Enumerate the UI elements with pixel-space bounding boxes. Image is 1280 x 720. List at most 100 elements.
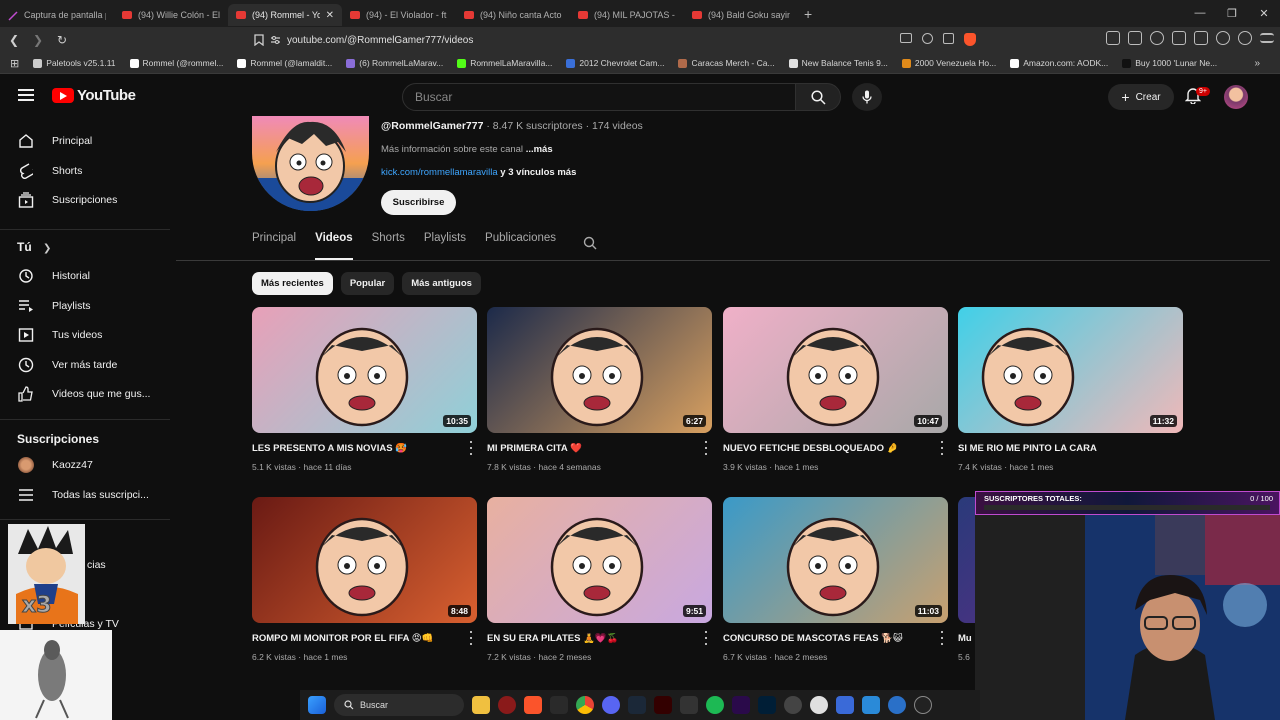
browser-tab[interactable]: (94) Rommel - You ✕: [228, 4, 342, 26]
share-icon[interactable]: [943, 33, 954, 44]
tab-shorts[interactable]: Shorts: [372, 232, 405, 260]
back-icon[interactable]: ❮: [4, 30, 24, 50]
obs-icon[interactable]: [914, 696, 932, 714]
video-card[interactable]: 6:27 MI PRIMERA CITA ❤️ 7.8 K vistas · hac…: [487, 307, 712, 472]
video-title[interactable]: EN SU ERA PILATES 🧘💗🍒: [487, 633, 692, 644]
sidebar-item-playlists[interactable]: Playlists: [0, 291, 170, 321]
you-heading[interactable]: Tú ❯: [17, 240, 51, 254]
voice-search-button[interactable]: [852, 83, 882, 111]
browser-tab[interactable]: (94) - El Violador - ft L: [342, 4, 456, 26]
bookmark-item[interactable]: 2012 Chevrolet Cam...: [566, 58, 664, 68]
browser-tab[interactable]: (94) Bald Goku saying: [684, 4, 798, 26]
more-options-icon[interactable]: [938, 631, 946, 645]
steam-icon[interactable]: [628, 696, 646, 714]
search-button[interactable]: [795, 83, 841, 111]
browser-tab[interactable]: (94) Willie Colón - El G: [114, 4, 228, 26]
more-options-icon[interactable]: [702, 631, 710, 645]
app-icon-3[interactable]: [680, 696, 698, 714]
extension-icon-2[interactable]: [1128, 31, 1142, 45]
tab-videos[interactable]: Videos: [315, 232, 353, 260]
bookmark-item[interactable]: Caracas Merch - Ca...: [678, 58, 775, 68]
file-explorer-icon[interactable]: [472, 696, 490, 714]
sort-chip[interactable]: Más recientes: [252, 272, 333, 295]
bookmark-item[interactable]: RommelLaMaravilla...: [457, 58, 552, 68]
video-card[interactable]: 10:35 LES PRESENTO A MIS NOVIAS 🥵 5.1 K vi…: [252, 307, 477, 472]
video-thumbnail[interactable]: 11:03: [723, 497, 948, 623]
video-card[interactable]: 11:03 CONCURSO DE MASCOTAS FEAS 🐕😺 6.7 K v…: [723, 497, 948, 662]
photoshop-icon[interactable]: [758, 696, 776, 714]
zoom-icon[interactable]: [922, 33, 933, 44]
sidebar-item-shorts[interactable]: Shorts: [0, 156, 170, 186]
sidebar-item-historial[interactable]: Historial: [0, 261, 170, 291]
site-settings-icon[interactable]: [270, 35, 281, 45]
brave-icon[interactable]: [524, 696, 542, 714]
video-thumbnail[interactable]: 6:27: [487, 307, 712, 433]
taskbar-search[interactable]: Buscar: [334, 694, 464, 716]
bookmark-item[interactable]: 2000 Venezuela Ho...: [901, 58, 996, 68]
video-thumbnail[interactable]: 9:51: [487, 497, 712, 623]
menu-icon[interactable]: [18, 89, 34, 101]
url-field[interactable]: youtube.com/@RommelGamer777/videos: [270, 31, 990, 49]
forward-icon[interactable]: ❯: [28, 30, 48, 50]
video-card[interactable]: 11:32 SI ME RIO ME PINTO LA CARA 7.4 K vis…: [958, 307, 1183, 472]
app-icon-8[interactable]: [888, 696, 906, 714]
video-card[interactable]: 9:51 EN SU ERA PILATES 🧘💗🍒 7.2 K vistas · …: [487, 497, 712, 662]
minimize-icon[interactable]: —: [1184, 0, 1216, 26]
kick-link[interactable]: kick.com/rommellamaravilla: [381, 167, 498, 178]
sidebar-item-ver-m-s-tarde[interactable]: Ver más tarde: [0, 350, 170, 380]
youtube-logo[interactable]: YouTube: [52, 87, 136, 104]
sidebar-item-tus-videos[interactable]: Tus videos: [0, 320, 170, 350]
bookmark-item[interactable]: Amazon.com: AODK...: [1010, 58, 1108, 68]
maximize-icon[interactable]: ❐: [1216, 0, 1248, 26]
video-thumbnail[interactable]: 10:35: [252, 307, 477, 433]
more-link[interactable]: ...más: [526, 144, 553, 155]
sidebar-item-videos-que-me-gus[interactable]: Videos que me gus...: [0, 379, 170, 409]
browser-tab[interactable]: (94) Niño canta Acto A: [456, 4, 570, 26]
more-links[interactable]: y 3 vínculos más: [498, 167, 576, 178]
bookmark-icon[interactable]: [249, 30, 269, 50]
bookmark-item[interactable]: Paletools v25.1.11: [33, 58, 116, 68]
sort-chip[interactable]: Popular: [340, 272, 395, 295]
app-icon-2[interactable]: [550, 696, 568, 714]
discord-icon[interactable]: [602, 696, 620, 714]
sidebar-icon[interactable]: [1172, 31, 1186, 45]
account-avatar[interactable]: [1224, 85, 1248, 109]
video-title[interactable]: SI ME RIO ME PINTO LA CARA: [958, 443, 1163, 454]
video-thumbnail[interactable]: 8:48: [252, 497, 477, 623]
sidebar-item-kaozz[interactable]: Kaozz47: [0, 450, 170, 480]
reload-icon[interactable]: ↻: [52, 30, 72, 50]
tab-playlists[interactable]: Playlists: [424, 232, 466, 260]
apps-icon[interactable]: ⊞: [10, 57, 19, 70]
chrome-icon[interactable]: [576, 696, 594, 714]
wallet-icon[interactable]: [1194, 31, 1208, 45]
bookmark-item[interactable]: New Balance Tenis 9...: [788, 58, 888, 68]
video-title[interactable]: ROMPO MI MONITOR POR EL FIFA 😡👊: [252, 633, 457, 644]
more-options-icon[interactable]: [938, 441, 946, 455]
video-card[interactable]: 8:48 ROMPO MI MONITOR POR EL FIFA 😡👊 6.2 K…: [252, 497, 477, 662]
channel-links[interactable]: kick.com/rommellamaravilla y 3 vínculos …: [381, 167, 576, 178]
browser-tab[interactable]: Captura de pantalla po: [0, 4, 114, 26]
app-icon-6[interactable]: [836, 696, 854, 714]
bookmark-item[interactable]: Rommel (@lamaldit...: [237, 58, 332, 68]
close-window-icon[interactable]: ✕: [1248, 0, 1280, 26]
more-options-icon[interactable]: [467, 441, 475, 455]
sidebar-item-suscripciones[interactable]: Suscripciones: [0, 185, 170, 215]
channel-description[interactable]: Más información sobre este canal ...más: [381, 144, 553, 155]
app-icon-4[interactable]: [784, 696, 802, 714]
video-title[interactable]: MI PRIMERA CITA ❤️: [487, 443, 692, 454]
video-title[interactable]: LES PRESENTO A MIS NOVIAS 🥵: [252, 443, 457, 454]
tab-principal[interactable]: Principal: [252, 232, 296, 260]
more-options-icon[interactable]: [702, 441, 710, 455]
new-tab-icon[interactable]: +: [804, 6, 812, 22]
sort-chip[interactable]: Más antiguos: [402, 272, 481, 295]
brave-shield-icon[interactable]: [964, 33, 976, 46]
illustrator-icon[interactable]: [654, 696, 672, 714]
extension-icon[interactable]: [1106, 31, 1120, 45]
video-thumbnail[interactable]: 10:47: [723, 307, 948, 433]
cast-icon[interactable]: [900, 33, 912, 43]
search-input[interactable]: Buscar: [402, 83, 796, 111]
more-options-icon[interactable]: [467, 631, 475, 645]
tab-publicaciones[interactable]: Publicaciones: [485, 232, 556, 260]
app-icon-7[interactable]: [862, 696, 880, 714]
close-tab-icon[interactable]: ✕: [326, 10, 334, 21]
